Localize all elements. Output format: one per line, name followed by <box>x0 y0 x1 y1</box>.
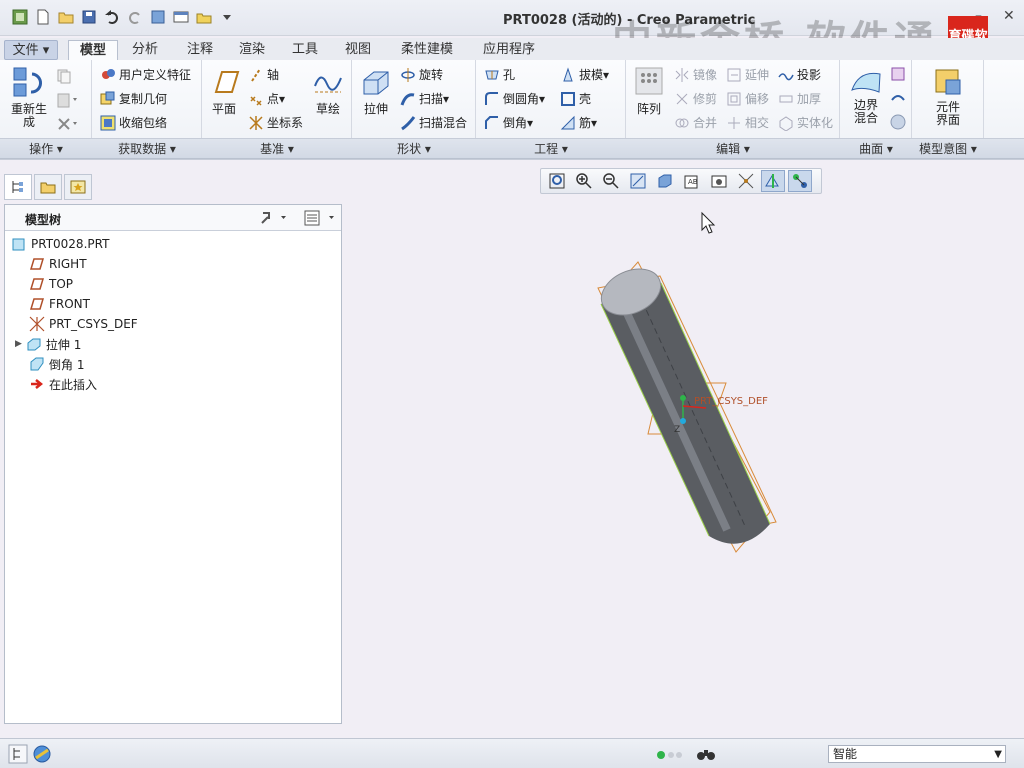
chevron-down-icon: ▼ <box>994 749 1002 760</box>
toggle-navigator-icon[interactable] <box>8 744 28 767</box>
regeneration-status-icon <box>656 749 684 763</box>
csys-label: PRT_CSYS_DEF <box>694 396 768 407</box>
toggle-browser-icon[interactable] <box>32 744 52 767</box>
mouse-cursor-icon <box>701 211 716 234</box>
status-bar: 智能 ▼ <box>0 738 1024 768</box>
selection-filter-dropdown[interactable]: 智能 ▼ <box>828 745 1006 763</box>
graphics-area[interactable]: Z PRT_CSYS_DEF <box>0 0 1024 768</box>
find-binoculars-icon[interactable] <box>696 745 716 766</box>
csys-axis-label: Z <box>674 425 680 435</box>
